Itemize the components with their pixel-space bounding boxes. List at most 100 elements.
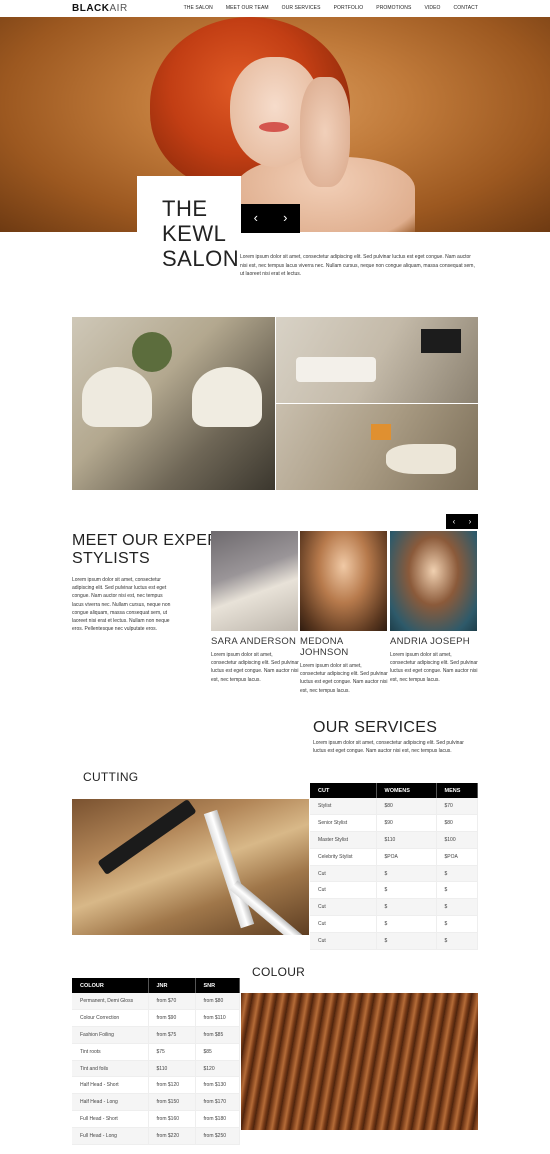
hero-lips [259, 122, 289, 132]
chair-shape [82, 367, 152, 427]
table-row: Cut $ $ [310, 932, 478, 950]
table-cell: Fashion Foiling [72, 1026, 149, 1044]
hero-hand [300, 77, 350, 187]
table-row: Cut $ $ [310, 865, 478, 883]
nav-the-salon[interactable]: THE SALON [184, 5, 213, 11]
next-arrow-icon[interactable]: › [271, 204, 301, 233]
hero-image [0, 17, 550, 232]
fireplace-shape [371, 424, 391, 440]
table-cell: $ [436, 898, 478, 917]
prev-arrow-icon[interactable]: ‹ [446, 514, 462, 529]
column-header: WOMENS [376, 783, 437, 798]
table-header-row: CUT WOMENS MENS [310, 783, 478, 798]
nav-promotions[interactable]: PROMOTIONS [376, 5, 411, 11]
table-cell: Half Head - Short [72, 1076, 149, 1095]
hero-title-line: THE [162, 196, 208, 221]
logo-bold: BLACK [72, 3, 110, 14]
nav-portfolio[interactable]: PORTFOLIO [334, 5, 364, 11]
table-cell: from $70 [148, 993, 196, 1011]
table-cell: from $75 [148, 1026, 196, 1044]
stylist-card: SARA ANDERSON Lorem ipsum dolor sit amet… [211, 531, 299, 684]
table-row: Cut $ $ [310, 915, 478, 933]
table-cell: Full Head - Long [72, 1127, 149, 1145]
table-cell: $80 [436, 814, 478, 833]
table-cell: Half Head - Long [72, 1093, 149, 1112]
table-cell: $80 [376, 798, 437, 816]
table-row: Stylist $80 $70 [310, 798, 478, 816]
next-arrow-icon[interactable]: › [462, 514, 478, 529]
column-header: Jnr [148, 978, 196, 993]
table-cell: from $130 [195, 1076, 240, 1095]
colour-price-table: COLOUR Jnr Snr Permanent, Demi Gloss from… [72, 978, 240, 1145]
table-cell: $110 [376, 831, 437, 849]
hero-title-box: THE KEWL SALON [137, 176, 241, 281]
plant-shape [132, 332, 172, 372]
table-row: Cut $ $ [310, 881, 478, 900]
table-cell: $85 [195, 1043, 240, 1061]
gallery-image-lounge[interactable] [276, 317, 478, 403]
table-row: Celebrity Stylist $POA $POA [310, 848, 478, 866]
table-cell: Tint roots [72, 1043, 149, 1061]
stylist-desc: Lorem ipsum dolor sit amet, consectetur … [300, 663, 388, 694]
stylist-card: MEDONA JOHNSON Lorem ipsum dolor sit ame… [300, 531, 388, 695]
table-row: Half Head - Short from $120 from $130 [72, 1076, 240, 1095]
stylist-name: SARA ANDERSON [211, 636, 297, 647]
table-cell: Cut [310, 881, 377, 900]
logo-light: AIR [109, 3, 128, 14]
chair-shape [192, 367, 262, 427]
nav-meet-our-team[interactable]: MEET OUR TEAM [226, 5, 269, 11]
nav-our-services[interactable]: OUR SERVICES [282, 5, 321, 11]
tv-shape [421, 329, 461, 353]
stylist-desc: Lorem ipsum dolor sit amet, consectetur … [211, 652, 299, 683]
gallery-image-fireplace[interactable] [276, 404, 478, 490]
column-header: CUT [310, 783, 377, 798]
table-row: Tint roots $75 $85 [72, 1043, 240, 1061]
hero-title-line: KEWL [162, 221, 227, 246]
hero-title-line: SALON [162, 246, 240, 271]
table-cell: from $160 [148, 1110, 196, 1128]
stylist-name: MEDONA JOHNSON [300, 636, 349, 658]
table-cell: Permanent, Demi Gloss [72, 993, 149, 1011]
prev-arrow-icon[interactable]: ‹ [241, 204, 271, 233]
logo[interactable]: BLACKAIR [72, 3, 128, 14]
cutting-heading: CUTTING [83, 770, 139, 784]
stylist-name: ANDRIA JOSEPH [390, 636, 470, 647]
table-cell: Cut [310, 932, 377, 950]
stylists-heading-line: STYLISTS [72, 550, 150, 567]
stylists-heading: MEET OUR EXPERT STYLISTS [72, 532, 229, 568]
table-cell: $ [436, 881, 478, 900]
table-cell: Colour Correction [72, 1009, 149, 1028]
table-cell: $110 [148, 1060, 196, 1078]
table-row: Half Head - Long from $150 from $170 [72, 1093, 240, 1112]
table-cell: Stylist [310, 798, 377, 816]
table-cell: Senior Stylist [310, 814, 377, 833]
table-row: Permanent, Demi Gloss from $70 from $80 [72, 993, 240, 1011]
gallery-image-chairs[interactable] [72, 317, 275, 490]
table-cell: $POA [376, 848, 437, 866]
nav-video[interactable]: VIDEO [424, 5, 440, 11]
table-cell: from $150 [148, 1093, 196, 1112]
stylist-desc: Lorem ipsum dolor sit amet, consectetur … [390, 652, 478, 683]
stylist-photo[interactable] [390, 531, 477, 631]
main-nav: THE SALON MEET OUR TEAM OUR SERVICES POR… [171, 5, 478, 11]
sofa-shape [296, 357, 376, 382]
stylist-photo[interactable] [211, 531, 298, 631]
stylist-photo[interactable] [300, 531, 387, 631]
table-cell: from $170 [195, 1093, 240, 1112]
table-row: Fashion Foiling from $75 from $85 [72, 1026, 240, 1044]
nav-contact[interactable]: CONTACT [454, 5, 479, 11]
scissors-shape [203, 809, 255, 929]
column-header: COLOUR [72, 978, 149, 993]
table-cell: Cut [310, 865, 377, 883]
services-description: Lorem ipsum dolor sit amet, consectetur … [313, 740, 464, 755]
table-cell: $75 [148, 1043, 196, 1061]
table-cell: Master Stylist [310, 831, 377, 849]
table-cell: $ [436, 915, 478, 933]
table-row: Full Head - Long from $220 from $250 [72, 1127, 240, 1145]
hero-title: THE KEWL SALON [162, 196, 239, 271]
table-cell: from $110 [195, 1009, 240, 1028]
column-header: MENS [436, 783, 478, 798]
stylists-slider-controls: ‹ › [446, 514, 478, 529]
table-cell: Cut [310, 898, 377, 917]
table-cell: $ [436, 932, 478, 950]
